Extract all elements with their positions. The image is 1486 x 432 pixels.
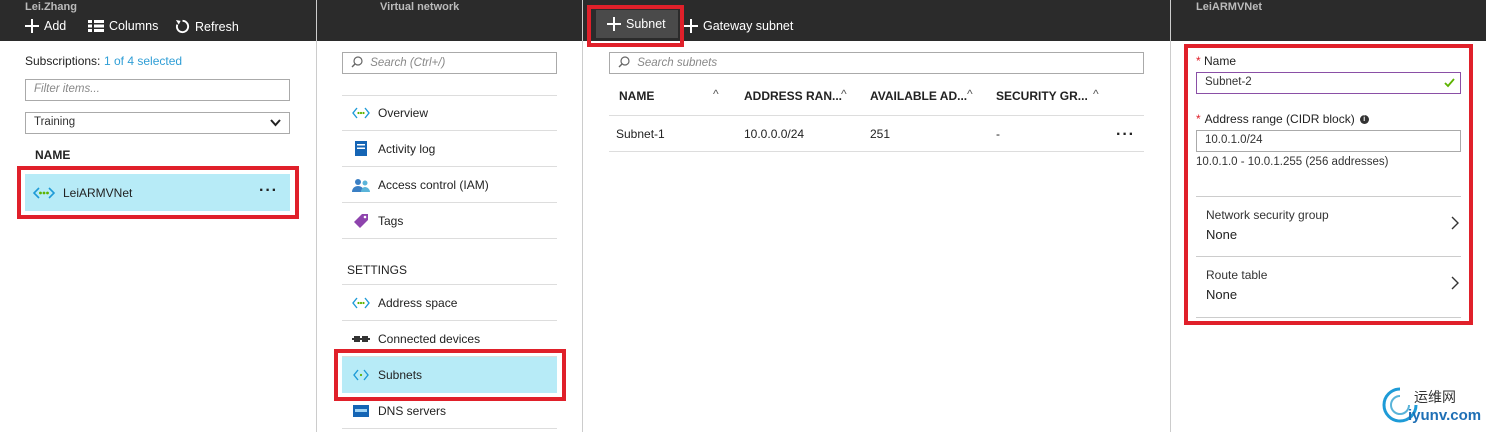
add-gateway-subnet-button[interactable]: Gateway subnet bbox=[684, 19, 793, 33]
column-header-address-range[interactable]: ADDRESS RAN... bbox=[744, 89, 842, 103]
search-icon bbox=[351, 56, 363, 68]
watermark-cn-text: 运维网 bbox=[1414, 390, 1456, 406]
menu-tags[interactable]: Tags bbox=[342, 203, 557, 239]
filter-items-input[interactable]: Filter items... bbox=[25, 79, 290, 101]
tag-icon bbox=[352, 213, 370, 229]
row-more-options-icon[interactable]: ··· bbox=[1116, 126, 1135, 144]
refresh-icon bbox=[175, 19, 190, 34]
sort-caret-icon[interactable]: ^ bbox=[1093, 87, 1099, 101]
plug-icon bbox=[352, 331, 370, 347]
highlight-box bbox=[1184, 44, 1473, 325]
add-button[interactable]: Add bbox=[25, 19, 66, 33]
blade1-toolbar: Lei.Zhang Add Columns Refresh bbox=[0, 0, 316, 41]
available-addresses-cell: 251 bbox=[870, 127, 891, 141]
dns-icon bbox=[352, 403, 370, 419]
subscriptions-label: Subscriptions: bbox=[25, 54, 101, 68]
menu-address-space[interactable]: Address space bbox=[342, 285, 557, 321]
activity-log-icon bbox=[352, 141, 370, 157]
columns-icon bbox=[88, 20, 104, 32]
name-column-header: NAME bbox=[35, 148, 71, 162]
subnet-name-cell: Subnet-1 bbox=[616, 127, 665, 141]
menu-access-control[interactable]: Access control (IAM) bbox=[342, 167, 557, 203]
users-icon bbox=[352, 177, 370, 193]
search-icon bbox=[618, 56, 630, 68]
menu-search-input[interactable]: Search (Ctrl+/) bbox=[342, 52, 557, 74]
blade1-title: Lei.Zhang bbox=[25, 1, 77, 13]
watermark-logo: 运维网 iyunv.com bbox=[1380, 383, 1482, 429]
highlight-box bbox=[17, 166, 299, 219]
menu-activity-log[interactable]: Activity log bbox=[342, 131, 557, 167]
resource-group-dropdown[interactable]: Training bbox=[25, 112, 290, 134]
menu-overview[interactable]: Overview bbox=[342, 95, 557, 131]
watermark-en-text: iyunv.com bbox=[1408, 407, 1482, 424]
address-space-icon bbox=[352, 295, 370, 311]
plus-icon bbox=[684, 19, 698, 33]
settings-section-label: SETTINGS bbox=[347, 263, 408, 277]
chevron-down-icon bbox=[270, 119, 281, 127]
overview-icon bbox=[352, 105, 370, 121]
column-header-available[interactable]: AVAILABLE AD... bbox=[870, 89, 967, 103]
blade2-toolbar: Virtual network bbox=[317, 0, 582, 41]
highlight-box bbox=[587, 5, 684, 47]
plus-icon bbox=[25, 19, 39, 33]
blade4-toolbar: LeiARMVNet bbox=[1171, 0, 1486, 41]
column-header-name[interactable]: NAME bbox=[619, 89, 654, 103]
resource-list-blade: Lei.Zhang Add Columns Refresh Subscripti… bbox=[0, 0, 317, 432]
subscriptions-link[interactable]: 1 of 4 selected bbox=[104, 54, 182, 68]
blade2-title: Virtual network bbox=[380, 1, 460, 13]
sort-caret-icon[interactable]: ^ bbox=[967, 87, 973, 101]
highlight-box bbox=[334, 349, 566, 401]
refresh-button[interactable]: Refresh bbox=[175, 19, 239, 34]
column-header-security-group[interactable]: SECURITY GR... bbox=[996, 89, 1088, 103]
columns-button[interactable]: Columns bbox=[88, 19, 158, 33]
blade4-title: LeiARMVNet bbox=[1196, 1, 1263, 13]
sort-caret-icon[interactable]: ^ bbox=[713, 87, 719, 101]
subnet-search-input[interactable]: Search subnets bbox=[609, 52, 1144, 74]
sort-caret-icon[interactable]: ^ bbox=[841, 87, 847, 101]
security-group-cell: - bbox=[996, 127, 1000, 141]
address-range-cell: 10.0.0.0/24 bbox=[744, 127, 805, 141]
